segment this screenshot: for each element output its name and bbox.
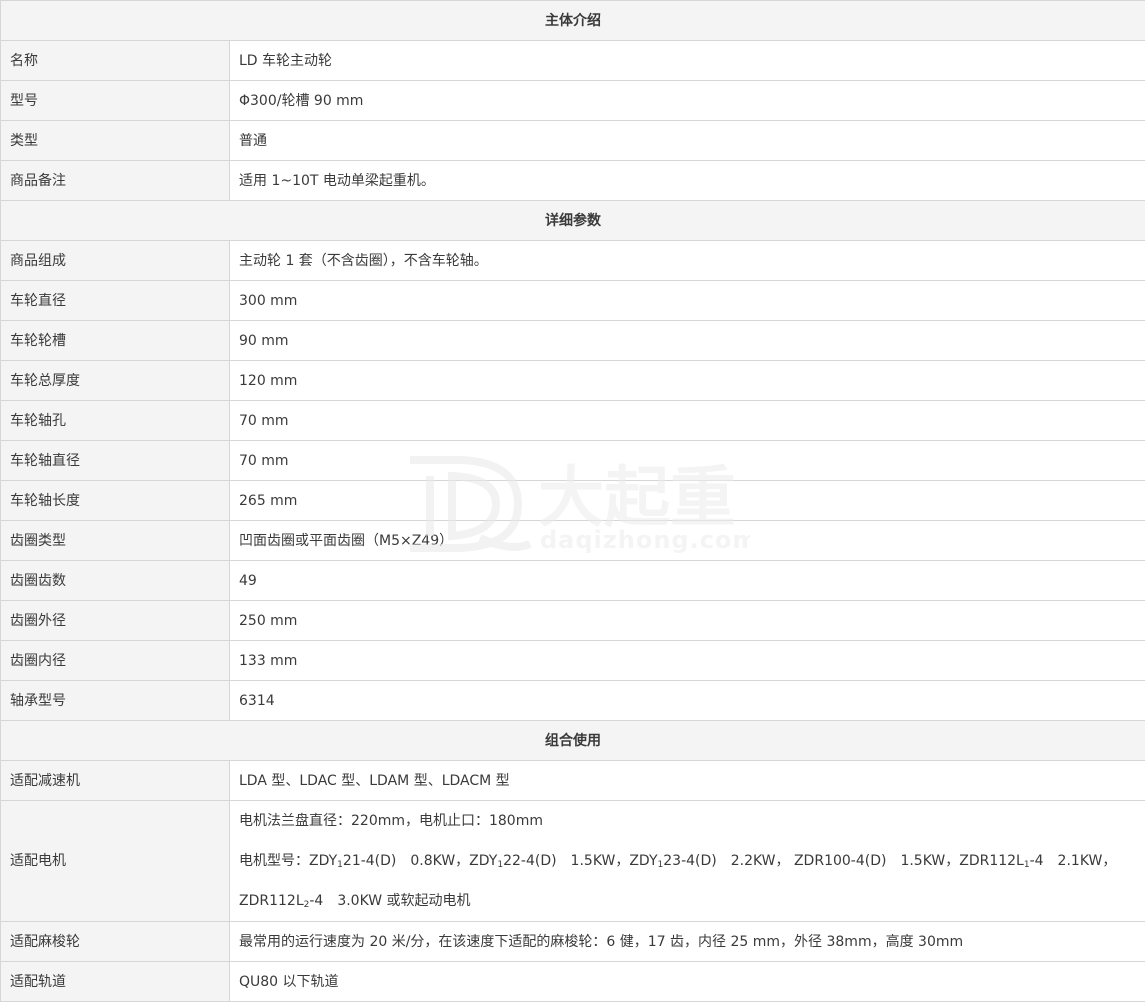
- row-value: 120 mm: [229, 360, 1145, 401]
- motor-model-line-2: ZDR112L2-4 3.0KW 或软起动电机: [239, 881, 1136, 921]
- table-row: 车轮轴直径 70 mm: [0, 440, 1145, 481]
- row-value: Φ300/轮槽 90 mm: [229, 80, 1145, 121]
- table-row: 车轮总厚度 120 mm: [0, 360, 1145, 401]
- table-row: 车轮轴长度 265 mm: [0, 480, 1145, 521]
- table-row: 齿圈外径 250 mm: [0, 600, 1145, 641]
- section-title: 组合使用: [0, 720, 1145, 761]
- table-row: 轴承型号 6314: [0, 680, 1145, 721]
- row-label: 齿圈类型: [0, 520, 230, 561]
- motor-model-line: 电机型号：ZDY121-4(D) 0.8KW，ZDY122-4(D) 1.5KW…: [239, 841, 1136, 881]
- row-label: 车轮总厚度: [0, 360, 230, 401]
- text-part: -4 3.0KW 或软起动电机: [309, 893, 471, 909]
- section-header-detail: 详细参数: [0, 200, 1145, 241]
- row-label: 轴承型号: [0, 680, 230, 721]
- section-title: 主体介绍: [0, 0, 1145, 41]
- section-header-combo: 组合使用: [0, 720, 1145, 761]
- row-value: QU80 以下轨道: [229, 961, 1145, 1002]
- table-row: 车轮轮槽 90 mm: [0, 320, 1145, 361]
- table-row-motor: 适配电机 电机法兰盘直径：220mm，电机止口：180mm 电机型号：ZDY12…: [0, 800, 1145, 922]
- section-header-intro: 主体介绍: [0, 0, 1145, 41]
- row-value: 250 mm: [229, 600, 1145, 641]
- row-value: 300 mm: [229, 280, 1145, 321]
- table-row: 类型 普通: [0, 120, 1145, 161]
- text-part: ZDR112L: [239, 893, 304, 909]
- table-row: 商品备注 适用 1~10T 电动单梁起重机。: [0, 160, 1145, 201]
- row-label: 齿圈内径: [0, 640, 230, 681]
- table-row: 适配减速机 LDA 型、LDAC 型、LDAM 型、LDACM 型: [0, 760, 1145, 801]
- table-row: 适配轨道 QU80 以下轨道: [0, 961, 1145, 1002]
- section-title: 详细参数: [0, 200, 1145, 241]
- row-label: 名称: [0, 40, 230, 81]
- spec-table: 主体介绍 名称 LD 车轮主动轮 型号 Φ300/轮槽 90 mm 类型 普通 …: [0, 0, 1145, 1002]
- row-value: 70 mm: [229, 440, 1145, 481]
- text-part: 22-4(D) 1.5KW，ZDY: [503, 853, 658, 869]
- table-row: 商品组成 主动轮 1 套（不含齿圈），不含车轮轴。: [0, 240, 1145, 281]
- row-label: 车轮轴直径: [0, 440, 230, 481]
- row-value: 90 mm: [229, 320, 1145, 361]
- row-label: 车轮轴孔: [0, 400, 230, 441]
- table-row: 齿圈类型 凹面齿圈或平面齿圈（M5×Z49）: [0, 520, 1145, 561]
- row-label: 适配减速机: [0, 760, 230, 801]
- motor-flange-line: 电机法兰盘直径：220mm，电机止口：180mm: [239, 813, 543, 829]
- row-label: 适配轨道: [0, 961, 230, 1002]
- row-label: 齿圈齿数: [0, 560, 230, 601]
- row-value: 133 mm: [229, 640, 1145, 681]
- text-part: 电机型号：ZDY: [239, 853, 338, 869]
- row-value: 最常用的运行速度为 20 米/分，在该速度下适配的麻梭轮：6 健，17 齿，内径…: [229, 921, 1145, 962]
- table-row: 车轮轴孔 70 mm: [0, 400, 1145, 441]
- row-label: 车轮直径: [0, 280, 230, 321]
- row-label: 商品备注: [0, 160, 230, 201]
- row-label: 车轮轮槽: [0, 320, 230, 361]
- table-row: 车轮直径 300 mm: [0, 280, 1145, 321]
- row-value: 主动轮 1 套（不含齿圈），不含车轮轴。: [229, 240, 1145, 281]
- row-value: 265 mm: [229, 480, 1145, 521]
- table-row: 适配麻梭轮 最常用的运行速度为 20 米/分，在该速度下适配的麻梭轮：6 健，1…: [0, 921, 1145, 962]
- row-label: 齿圈外径: [0, 600, 230, 641]
- row-value: 49: [229, 560, 1145, 601]
- row-value: 凹面齿圈或平面齿圈（M5×Z49）: [229, 520, 1145, 561]
- table-row: 型号 Φ300/轮槽 90 mm: [0, 80, 1145, 121]
- text-part: 23-4(D) 2.2KW， ZDR100-4(D) 1.5KW，ZDR112L: [663, 853, 1024, 869]
- row-label: 车轮轴长度: [0, 480, 230, 521]
- row-label: 适配麻梭轮: [0, 921, 230, 962]
- row-value: 适用 1~10T 电动单梁起重机。: [229, 160, 1145, 201]
- row-value: LD 车轮主动轮: [229, 40, 1145, 81]
- row-label: 商品组成: [0, 240, 230, 281]
- table-row: 名称 LD 车轮主动轮: [0, 40, 1145, 81]
- row-label: 型号: [0, 80, 230, 121]
- table-row: 齿圈内径 133 mm: [0, 640, 1145, 681]
- row-value: 6314: [229, 680, 1145, 721]
- text-part: 21-4(D) 0.8KW，ZDY: [342, 853, 498, 869]
- row-value: 70 mm: [229, 400, 1145, 441]
- row-value-motor: 电机法兰盘直径：220mm，电机止口：180mm 电机型号：ZDY121-4(D…: [229, 800, 1145, 922]
- row-label: 适配电机: [0, 800, 230, 922]
- page: 主体介绍 名称 LD 车轮主动轮 型号 Φ300/轮槽 90 mm 类型 普通 …: [0, 0, 1145, 1006]
- table-row: 齿圈齿数 49: [0, 560, 1145, 601]
- row-label: 类型: [0, 120, 230, 161]
- row-value: LDA 型、LDAC 型、LDAM 型、LDACM 型: [229, 760, 1145, 801]
- text-part: -4 2.1KW，: [1029, 853, 1117, 869]
- row-value: 普通: [229, 120, 1145, 161]
